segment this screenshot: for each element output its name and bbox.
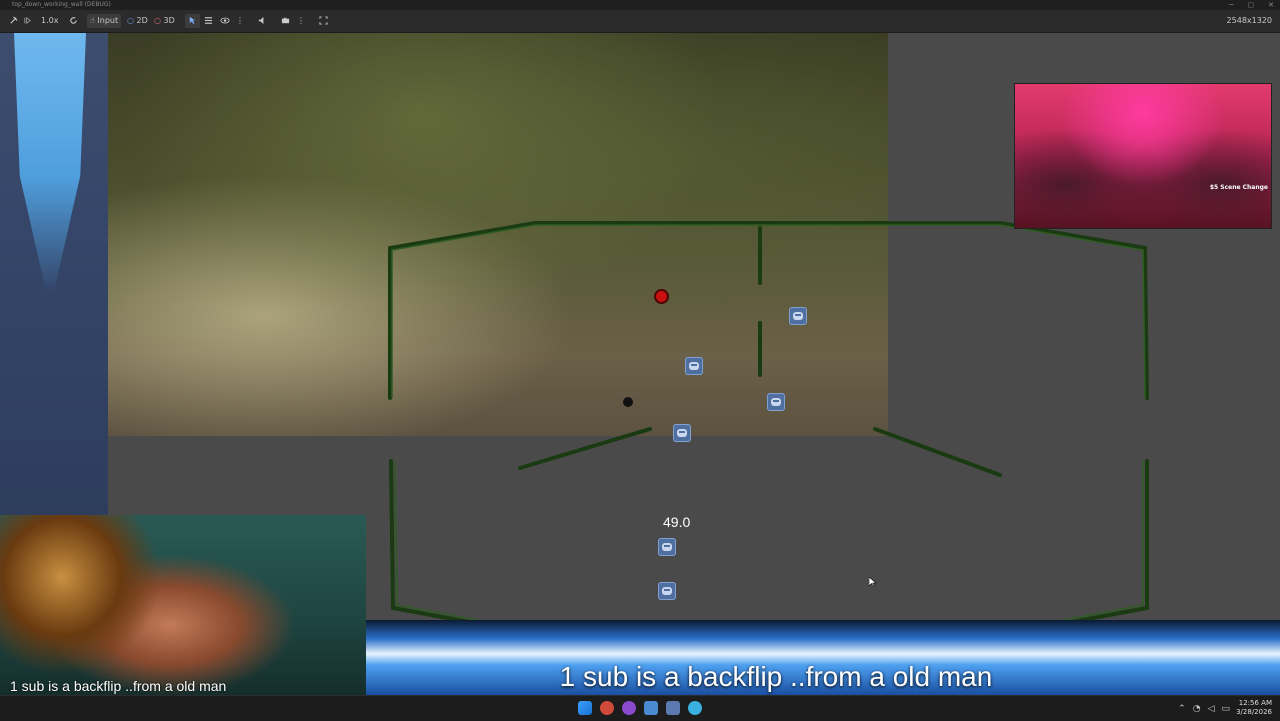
camera-icon[interactable] (278, 14, 293, 28)
godot-icon[interactable] (666, 701, 680, 715)
game-viewport[interactable]: 49.0 $5 Scene Change 1 sub is a backflip… (0, 33, 1280, 695)
godot-icon (673, 424, 691, 442)
wall-segment (873, 427, 1002, 477)
list-icon[interactable] (201, 14, 216, 28)
step-icon[interactable] (20, 14, 35, 28)
godot-icon (658, 582, 676, 600)
start-icon[interactable] (578, 701, 592, 715)
window-controls: ─ ▢ ✕ (1229, 0, 1274, 10)
webcam-overlay-right: $5 Scene Change (1014, 83, 1272, 229)
taskbar: ⌃ ◔ ◁ ▭ 12:56 AM 3/28/2026 (0, 695, 1280, 721)
battery-icon[interactable]: ▭ (1221, 704, 1230, 714)
value-label: 49.0 (663, 514, 691, 530)
godot-icon (658, 538, 676, 556)
circle-icon: ○ (127, 16, 134, 25)
mode-3d-label: 3D (163, 16, 175, 25)
godot-icon (767, 393, 785, 411)
mode-2d-button[interactable]: ○ 2D (124, 14, 151, 28)
maximize-icon[interactable]: ▢ (1248, 0, 1255, 10)
window-titlebar: top_down_working_wall (DEBUG) ─ ▢ ✕ (0, 0, 1280, 10)
visibility-icon[interactable] (217, 14, 233, 28)
left-caption: 1 sub is a backflip ..from a old man (10, 678, 227, 694)
audio-icon[interactable] (255, 14, 270, 28)
taskbar-apps (578, 701, 702, 715)
player-character (623, 397, 633, 407)
godot-icon (685, 357, 703, 375)
clock-date: 3/28/2026 (1236, 708, 1272, 716)
more-options-icon[interactable]: ⋮ (233, 14, 247, 28)
input-label: Input (97, 16, 119, 25)
system-tray: ⌃ ◔ ◁ ▭ (1178, 704, 1230, 714)
webcam-overlay-left: 1 sub is a backflip ..from a old man (0, 515, 366, 695)
reset-icon[interactable] (66, 14, 81, 28)
scene-change-label: $5 Scene Change (1209, 184, 1268, 191)
zoom-level[interactable]: 1.0x (38, 14, 61, 28)
clock-time: 12:56 AM (1238, 699, 1272, 707)
chrome-icon[interactable] (600, 701, 614, 715)
mode-3d-button[interactable]: ○ 3D (151, 14, 178, 28)
explorer-icon[interactable] (644, 701, 658, 715)
pin-icon[interactable] (6, 14, 21, 28)
godot-icon (789, 307, 807, 325)
window-title: top_down_working_wall (DEBUG) (12, 1, 111, 8)
fullscreen-icon[interactable] (316, 14, 331, 28)
select-tool-icon[interactable] (185, 14, 200, 28)
network-icon[interactable]: ◔ (1193, 704, 1201, 714)
minimize-icon[interactable]: ─ (1229, 0, 1233, 10)
edge-icon[interactable] (688, 701, 702, 715)
wall-segment (518, 427, 652, 470)
target-marker (656, 291, 667, 302)
close-icon[interactable]: ✕ (1268, 0, 1274, 10)
chevron-up-icon[interactable]: ⌃ (1178, 704, 1186, 714)
debug-toolbar: 1.0x ☝ Input ○ 2D ○ 3D ⋮ ⋮ 2548x1320 (0, 10, 1280, 33)
input-toggle[interactable]: ☝ Input (87, 14, 122, 28)
mode-2d-label: 2D (136, 16, 148, 25)
app-icon[interactable] (622, 701, 636, 715)
more-options-icon[interactable]: ⋮ (294, 14, 308, 28)
resolution-readout: 2548x1320 (1226, 16, 1272, 25)
wall-segment (389, 459, 1149, 637)
wall-segment (388, 221, 1149, 400)
circle-icon: ○ (154, 16, 161, 25)
main-caption: 1 sub is a backflip ..from a old man (559, 661, 993, 692)
input-icon: ☝ (90, 16, 95, 25)
clock[interactable]: 12:56 AM 3/28/2026 (1236, 699, 1272, 717)
speaker-icon[interactable]: ◁ (1208, 704, 1215, 714)
